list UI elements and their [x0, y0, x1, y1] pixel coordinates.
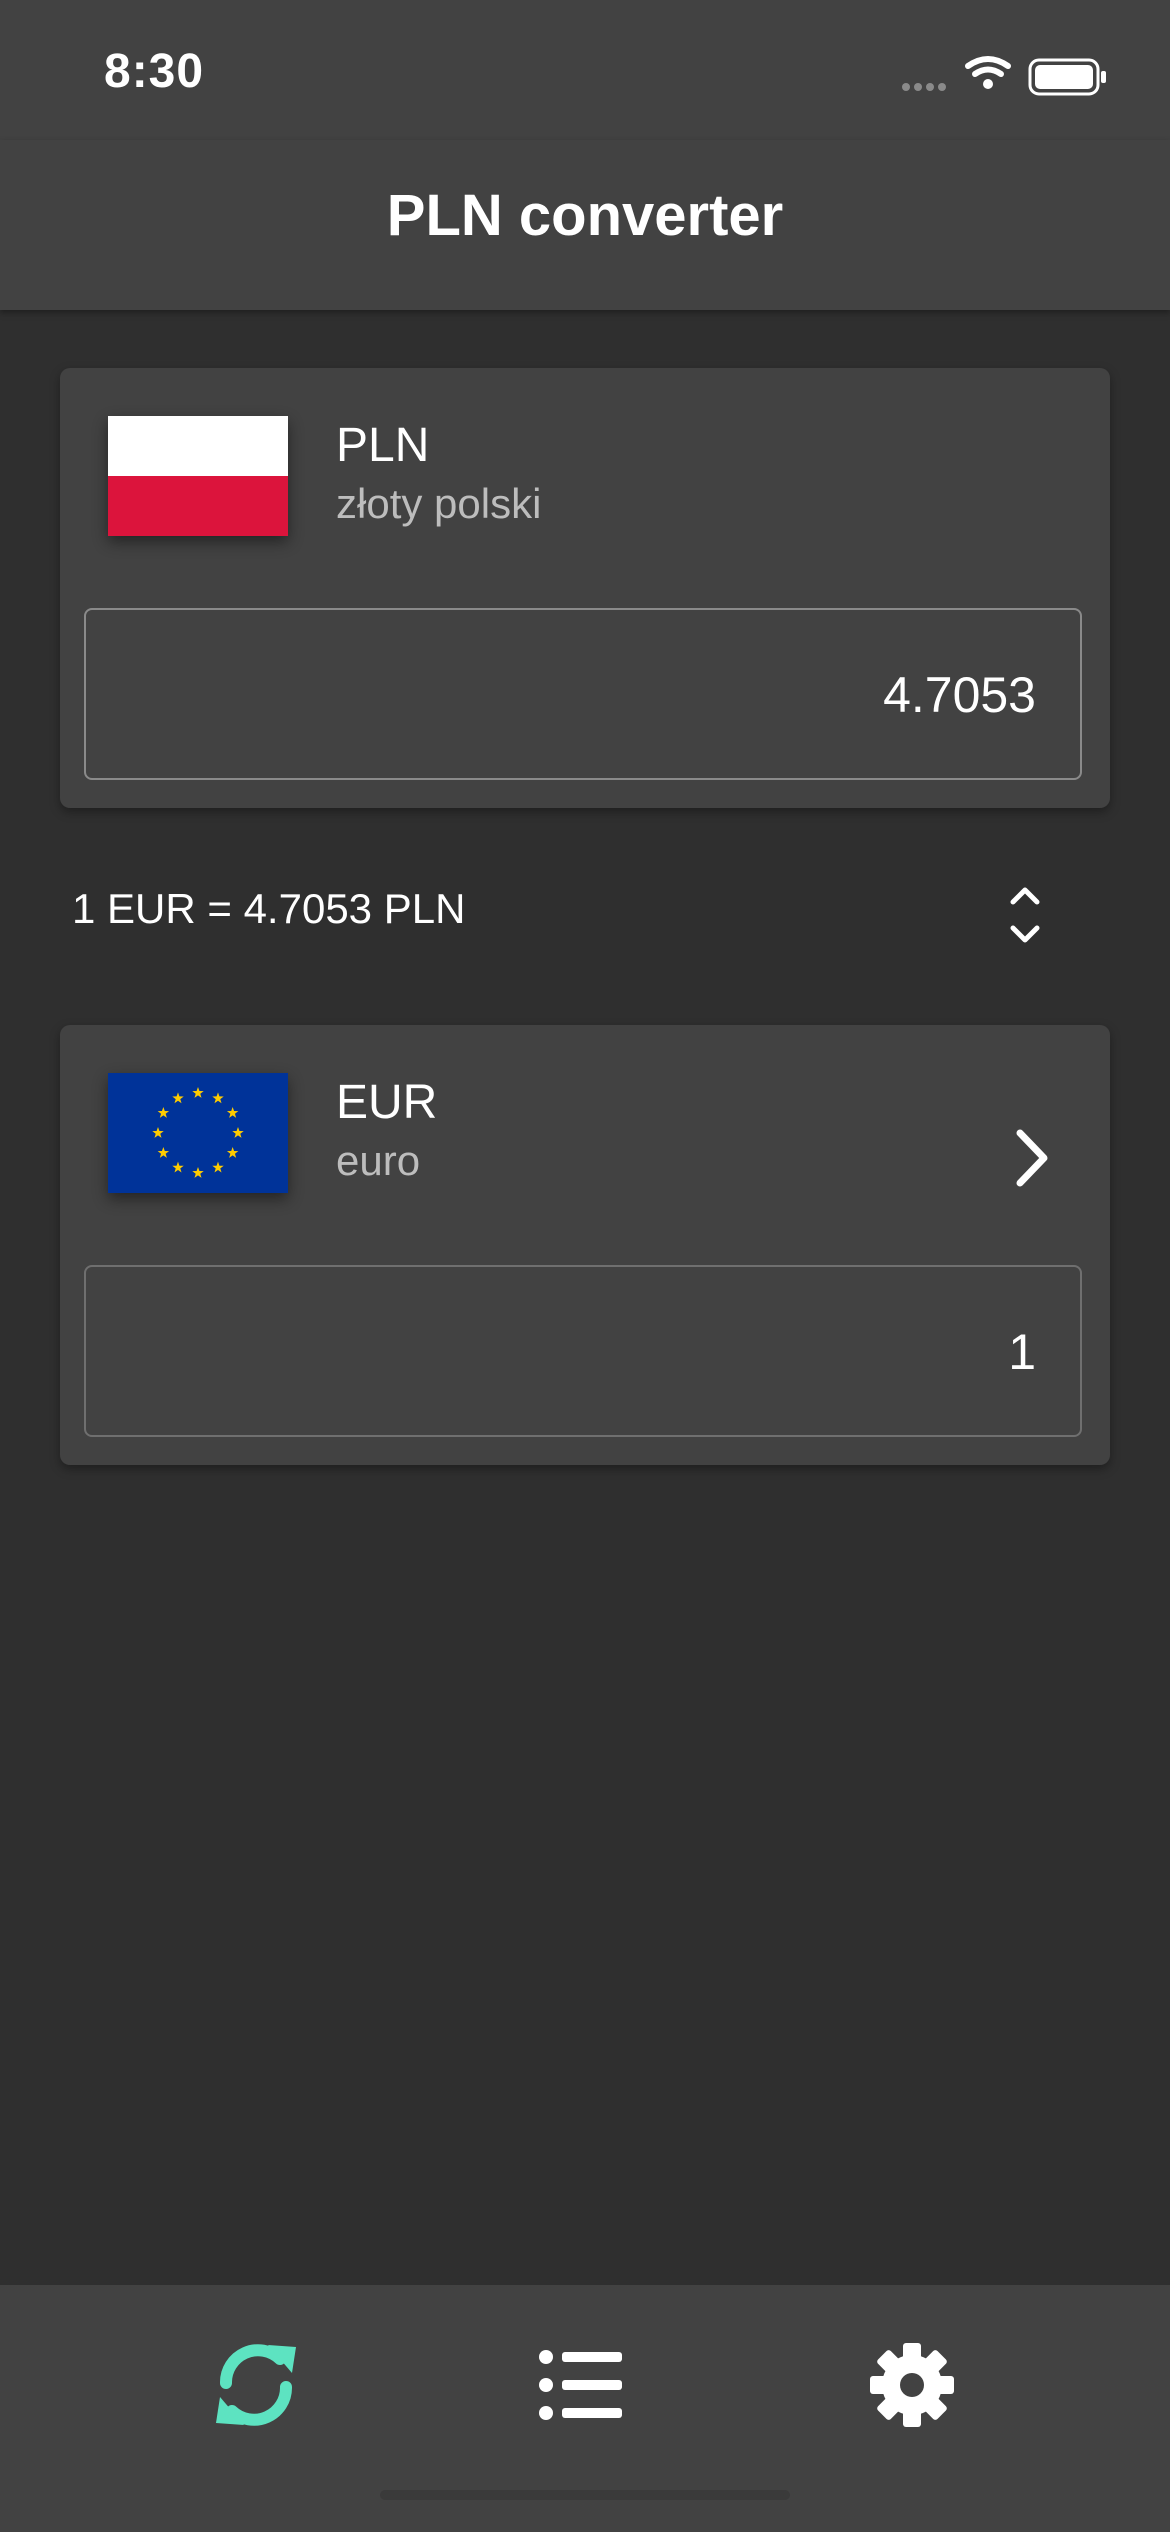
status-bar: 8:30 [0, 0, 1170, 140]
poland-flag-icon [108, 416, 288, 536]
target-currency-name: euro [336, 1137, 421, 1184]
swap-currencies-button[interactable] [990, 880, 1060, 950]
chevron-right-icon[interactable] [1000, 1123, 1060, 1193]
home-indicator [380, 2490, 790, 2500]
eu-stars-icon [152, 1087, 244, 1178]
source-amount-value: 4.7053 [883, 667, 1036, 723]
status-icons [898, 52, 1118, 102]
gear-icon [870, 2343, 954, 2427]
target-amount-field[interactable]: 1 [84, 1265, 1082, 1437]
refresh-icon [216, 2344, 296, 2426]
source-currency-code: PLN [336, 419, 430, 472]
source-amount-field[interactable]: 4.7053 [84, 608, 1082, 780]
status-time: 8:30 [104, 45, 205, 98]
target-amount-value: 1 [1008, 1324, 1036, 1380]
source-currency-name: złoty polski [336, 480, 542, 527]
tab-list[interactable] [524, 2325, 644, 2445]
signal-wifi-battery-icon [902, 56, 1106, 96]
tab-settings[interactable] [852, 2325, 972, 2445]
page-title: PLN converter [386, 183, 784, 248]
exchange-rate-text: 1 EUR = 4.7053 PLN [72, 885, 466, 932]
target-currency-code: EUR [336, 1076, 438, 1129]
source-currency-card: PLN złoty polski 4.7053 [60, 368, 1110, 808]
target-currency-card[interactable]: EUR euro 1 [60, 1025, 1110, 1465]
navigation-bar: PLN converter [0, 140, 1170, 310]
swap-chevrons-icon [1010, 887, 1040, 943]
list-icon [539, 2350, 622, 2420]
tab-converter[interactable] [196, 2325, 316, 2445]
eu-flag-icon [108, 1073, 288, 1193]
